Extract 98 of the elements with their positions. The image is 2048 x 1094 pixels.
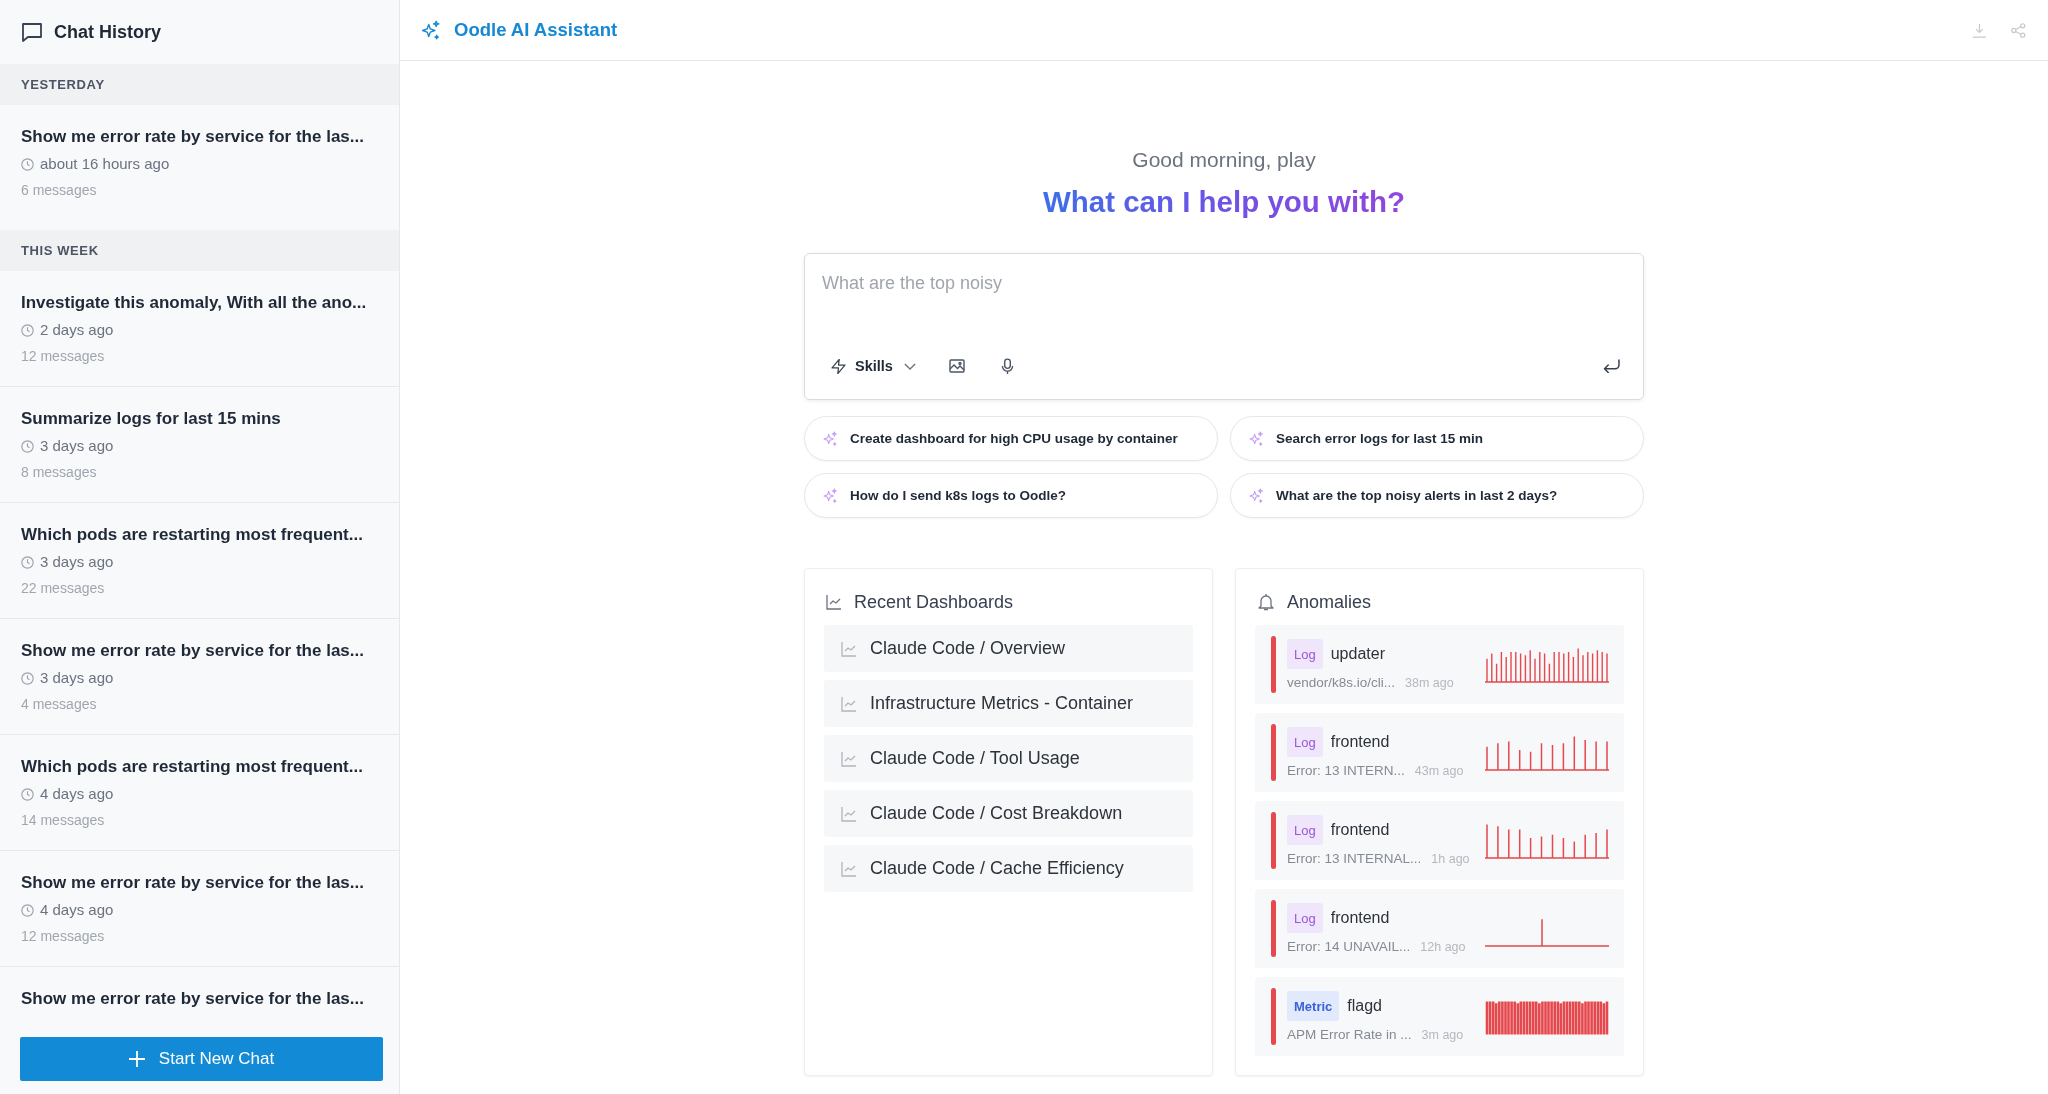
clock-icon	[21, 157, 34, 171]
type-badge: Log	[1287, 815, 1323, 845]
anomaly-detail: APM Error Rate in ...	[1287, 1027, 1412, 1042]
message-count: 14 messages	[21, 811, 106, 830]
line-chart-icon	[826, 594, 842, 610]
message-count: 12 messages	[21, 347, 106, 366]
line-chart-icon	[841, 750, 857, 767]
line-chart-icon	[841, 640, 857, 657]
vertical-bar-icon	[1271, 988, 1276, 1045]
dashboard-item[interactable]: Claude Code / Cost Breakdown	[824, 790, 1193, 837]
line-chart-icon	[841, 805, 857, 822]
chat-bubble-icon	[22, 22, 42, 42]
anomaly-time: 1h ago	[1431, 852, 1470, 866]
clock-icon	[21, 323, 34, 337]
anomaly-time: 38m ago	[1405, 676, 1454, 690]
line-chart-icon	[841, 860, 857, 877]
card-title: Anomalies	[1287, 591, 1372, 613]
chat-title[interactable]: Show me error rate by service for the las...	[21, 871, 383, 895]
vertical-bar-icon	[1271, 636, 1276, 693]
clock-icon	[21, 555, 34, 569]
chat-time: about 16 hours ago	[40, 154, 170, 174]
chat-time: 4 days ago	[40, 900, 114, 920]
chat-title[interactable]: Summarize logs for last 15 mins	[21, 407, 383, 431]
prompt-box[interactable]: What are the top noisy Skills	[804, 253, 1644, 400]
clock-icon	[21, 787, 34, 801]
anomaly-detail: Error: 14 UNAVAIL...	[1287, 939, 1411, 954]
type-badge: Log	[1287, 639, 1323, 669]
chat-title[interactable]: Which pods are restarting most frequent...	[21, 755, 383, 779]
line-chart-icon	[841, 695, 857, 712]
anomaly-item[interactable]: Log frontend Error: 13 INTERN... 43m ago	[1255, 713, 1624, 792]
chat-title[interactable]: Show me error rate by service for the las...	[21, 125, 383, 149]
bell-icon	[1257, 593, 1275, 611]
sparkle-icon	[822, 430, 838, 447]
chat-title[interactable]: Show me error rate by service for the las...	[21, 987, 383, 1011]
type-badge: Log	[1287, 727, 1323, 757]
message-count: 4 messages	[21, 695, 98, 714]
plus-icon	[128, 1051, 145, 1067]
anomaly-time: 12h ago	[1420, 940, 1466, 954]
service-name: frontend	[1330, 821, 1390, 839]
prompt-input[interactable]: What are the top noisy	[805, 254, 1643, 348]
anomaly-item[interactable]: Metric flagd APM Error Rate in ... 3m ago	[1255, 977, 1624, 1056]
clock-icon	[21, 903, 34, 917]
service-name: frontend	[1330, 733, 1390, 751]
anomaly-item[interactable]: Log updater vendor/k8s.io/cli... 38m ago	[1255, 625, 1624, 704]
anomaly-detail: Error: 13 INTERN...	[1287, 763, 1405, 778]
microphone-icon[interactable]	[1000, 357, 1014, 375]
chat-time: 3 days ago	[40, 668, 114, 688]
chat-time: 4 days ago	[40, 784, 114, 804]
type-badge: Metric	[1287, 991, 1340, 1021]
chat-time: 2 days ago	[40, 320, 114, 340]
section-label: YESTERDAY	[21, 77, 105, 92]
image-icon[interactable]	[948, 359, 965, 373]
chat-time: 3 days ago	[40, 552, 114, 572]
chevron-down-icon	[903, 362, 916, 370]
dashboard-item[interactable]: Claude Code / Cache Efficiency	[824, 845, 1193, 892]
vertical-bar-icon	[1271, 724, 1276, 781]
vertical-bar-icon	[1271, 812, 1276, 869]
sparkle-icon	[420, 19, 441, 41]
message-count: 12 messages	[21, 927, 106, 946]
skills-dropdown[interactable]: Skills	[823, 350, 924, 382]
clock-icon	[21, 671, 34, 685]
message-count: 8 messages	[21, 463, 98, 482]
clock-icon	[21, 439, 34, 453]
dashboard-item[interactable]: Claude Code / Overview	[824, 625, 1193, 672]
chat-title[interactable]: Show me error rate by service for the las...	[21, 639, 383, 663]
section-label: THIS WEEK	[21, 243, 99, 258]
service-name: updater	[1330, 645, 1385, 663]
anomaly-item[interactable]: Log frontend Error: 13 INTERNAL... 1h ago	[1255, 801, 1624, 880]
suggestion-chip[interactable]: Search error logs for last 15 min	[1230, 416, 1644, 461]
sidebar-title: Chat History	[54, 21, 161, 43]
anomaly-time: 3m ago	[1421, 1028, 1464, 1042]
card-title: Recent Dashboards	[854, 591, 1014, 613]
app-title: Oodle AI Assistant	[454, 19, 618, 41]
message-count: 22 messages	[21, 579, 106, 598]
suggestion-chip[interactable]: How do I send k8s logs to Oodle?	[804, 473, 1218, 518]
greeting-text: Good morning, play	[1132, 147, 1316, 173]
dashboard-item[interactable]: Claude Code / Tool Usage	[824, 735, 1193, 782]
dashboard-item[interactable]: Infrastructure Metrics - Container	[824, 680, 1193, 727]
sparkle-icon	[822, 487, 838, 504]
lightning-icon	[831, 358, 846, 374]
sparkle-icon	[1248, 487, 1264, 504]
enter-icon[interactable]	[1603, 359, 1620, 373]
service-name: flagd	[1347, 997, 1382, 1015]
start-new-chat-button[interactable]: Start New Chat	[20, 1037, 383, 1081]
type-badge: Log	[1287, 903, 1323, 933]
suggestion-chip[interactable]: Create dashboard for high CPU usage by container	[804, 416, 1218, 461]
message-count: 6 messages	[21, 181, 98, 200]
anomaly-detail: Error: 13 INTERNAL...	[1287, 851, 1422, 866]
chat-title[interactable]: Investigate this anomaly, With all the ano...	[21, 291, 383, 315]
vertical-bar-icon	[1271, 900, 1276, 957]
anomaly-time: 43m ago	[1414, 764, 1464, 778]
anomaly-item[interactable]: Log frontend Error: 14 UNAVAIL... 12h ago	[1255, 889, 1624, 968]
service-name: frontend	[1330, 909, 1390, 927]
chat-time: 3 days ago	[40, 436, 114, 456]
chat-title[interactable]: Which pods are restarting most frequent...	[21, 523, 383, 547]
sparkle-icon	[1248, 430, 1264, 447]
anomaly-detail: vendor/k8s.io/cli...	[1287, 675, 1396, 690]
suggestion-chip[interactable]: What are the top noisy alerts in last 2 days?	[1230, 473, 1644, 518]
